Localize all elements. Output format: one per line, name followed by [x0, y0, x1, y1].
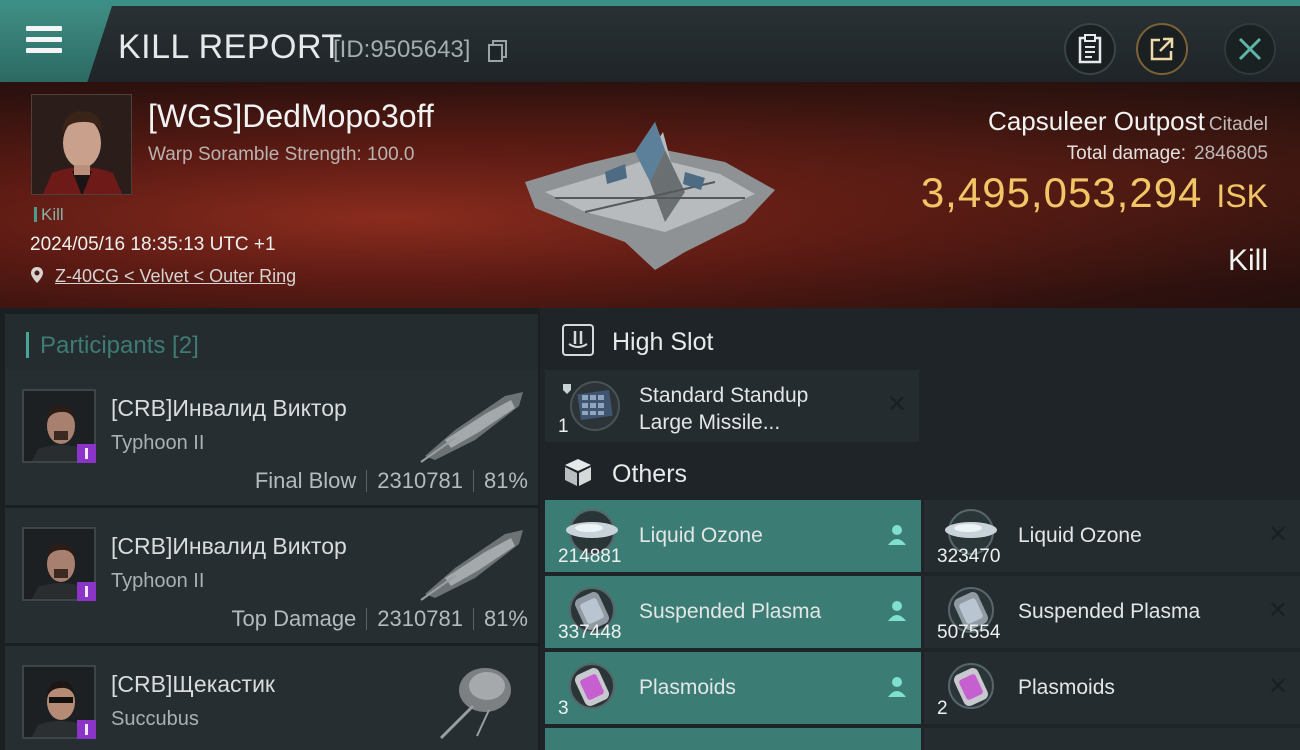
high-slot-icon — [562, 324, 594, 356]
close-button[interactable] — [1224, 23, 1276, 75]
missile-launcher-icon — [563, 381, 620, 431]
others-item[interactable]: 2 Plasmoids ✕ — [924, 652, 1300, 724]
participant-percent: 81% — [483, 606, 528, 631]
item-quantity: 507554 — [937, 622, 1001, 643]
victim-portrait[interactable] — [31, 94, 132, 195]
participants-title: Participants [2] — [40, 332, 199, 359]
result-label: Kill — [1227, 244, 1268, 277]
destroyed-icon: ✕ — [1267, 673, 1288, 700]
others-item[interactable] — [545, 728, 921, 750]
others-item[interactable]: 337448 Suspended Plasma — [545, 576, 921, 648]
location-link[interactable]: Z-40CG < Velvet < Outer Ring — [55, 266, 296, 286]
others-item[interactable] — [924, 728, 1300, 750]
participant-badge — [77, 444, 96, 463]
participant-ship: Succubus — [111, 708, 199, 730]
participants-panel: Participants [2] [CRB]Инвалид Виктор Typ… — [0, 308, 540, 750]
citadel-ship-image — [525, 122, 775, 270]
high-slot-header: High Slot — [545, 310, 1300, 370]
destroyed-icon: ✕ — [886, 391, 907, 418]
participant-stats: Final Blow 2310781 81% — [255, 468, 528, 494]
participant-damage: 2310781 — [377, 468, 463, 493]
item-name: Plasmoids — [639, 676, 736, 699]
menu-icon — [26, 26, 62, 56]
participant-badge — [77, 720, 96, 739]
menu-button[interactable] — [0, 6, 112, 82]
participant-stats: Top Damage 2310781 81% — [232, 606, 528, 632]
isk-unit: ISK — [1216, 178, 1268, 214]
item-name: Liquid Ozone — [639, 524, 763, 547]
item-quantity: 337448 — [558, 622, 622, 643]
target-type: Citadel — [1208, 114, 1268, 135]
participants-header[interactable]: Participants [2] — [5, 314, 538, 374]
item-quantity: 214881 — [558, 546, 622, 567]
others-item[interactable]: 507554 Suspended Plasma ✕ — [924, 576, 1300, 648]
damage-label: Total damage: — [1066, 143, 1187, 164]
destroyed-icon: ✕ — [1267, 597, 1288, 624]
kill-banner: [WGS]DedMopo3off Warp Soramble Strength:… — [0, 82, 1300, 308]
cube-icon — [565, 459, 591, 486]
participant-ship: Typhoon II — [111, 570, 205, 592]
others-item[interactable]: 3 Plasmoids — [545, 652, 921, 724]
item-name: Plasmoids — [1018, 676, 1115, 699]
item-name: Standard Standup Large Missile... — [639, 384, 809, 434]
clipboard-button[interactable] — [1064, 23, 1116, 75]
fitting-panel: High Slot 1 Standard Standup Large Missi… — [540, 308, 1300, 750]
kill-datetime: 2024/05/16 18:35:13 UTC +1 — [30, 234, 276, 255]
item-name: Suspended Plasma — [639, 600, 822, 623]
plasmoids-icon — [569, 663, 615, 709]
item-quantity: 323470 — [937, 546, 1001, 567]
item-name: Liquid Ozone — [1018, 524, 1142, 547]
participant-badge — [77, 582, 96, 601]
others-header: Others — [545, 442, 1300, 502]
succubus-ship-image — [439, 668, 511, 739]
destroyed-icon: ✕ — [1267, 521, 1288, 548]
participant-damage: 2310781 — [377, 606, 463, 631]
victim-subtitle: Warp Soramble Strength: 100.0 — [148, 144, 415, 165]
top-bar: KILL REPORT [ID:9505643] — [0, 0, 1300, 82]
participant-row[interactable]: [CRB]Щекастик Succubus — [5, 646, 538, 750]
participant-percent: 81% — [483, 468, 528, 493]
share-icon — [1150, 37, 1174, 61]
item-quantity: 2 — [937, 698, 948, 719]
person-icon — [888, 677, 906, 697]
page-title: KILL REPORT — [118, 28, 343, 66]
participant-name: [CRB]Щекастик — [111, 671, 275, 697]
others-item[interactable]: 214881 Liquid Ozone — [545, 500, 921, 572]
person-icon — [888, 601, 906, 621]
share-button[interactable] — [1136, 23, 1188, 75]
person-icon — [888, 525, 906, 545]
participant-row[interactable]: [CRB]Инвалид Виктор Typhoon II Final Blo… — [5, 370, 538, 505]
isk-value: 3,495,053,294 — [920, 169, 1203, 216]
location-pin-icon — [31, 267, 43, 283]
victim-name[interactable]: [WGS]DedMopo3off — [148, 98, 434, 135]
participant-name: [CRB]Инвалид Виктор — [111, 533, 347, 559]
high-slot-item[interactable]: 1 Standard Standup Large Missile... ✕ — [545, 370, 919, 442]
others-item[interactable]: 323470 Liquid Ozone ✕ — [924, 500, 1300, 572]
total-damage-value: 2846805 — [1194, 143, 1268, 164]
typhoon-ship-image — [420, 392, 523, 463]
target-info: Capsuleer Outpost Citadel Total damage: 28… — [921, 106, 1268, 217]
typhoon-ship-image — [420, 530, 523, 601]
kill-id: [ID:9505643] — [333, 36, 471, 63]
others-title: Others — [612, 460, 688, 488]
close-icon — [1238, 37, 1262, 61]
participant-role: Top Damage — [231, 606, 357, 631]
participant-row[interactable]: [CRB]Инвалид Виктор Typhoon II Top Damag… — [5, 508, 538, 643]
participant-ship: Typhoon II — [111, 432, 205, 454]
kill-tag: Kill — [34, 205, 64, 225]
item-quantity: 3 — [558, 698, 569, 719]
item-name: Suspended Plasma — [1018, 600, 1201, 623]
high-slot-title: High Slot — [612, 328, 714, 356]
kill-location[interactable]: Z-40CG < Velvet < Outer Ring — [30, 266, 296, 287]
clipboard-icon — [1078, 34, 1102, 64]
plasmoids-icon — [948, 663, 994, 709]
target-name: Capsuleer Outpost — [988, 106, 1205, 136]
participant-role: Final Blow — [254, 468, 357, 493]
copy-icon[interactable] — [488, 40, 508, 62]
item-quantity: 1 — [558, 416, 569, 437]
participant-name: [CRB]Инвалид Виктор — [111, 395, 347, 421]
